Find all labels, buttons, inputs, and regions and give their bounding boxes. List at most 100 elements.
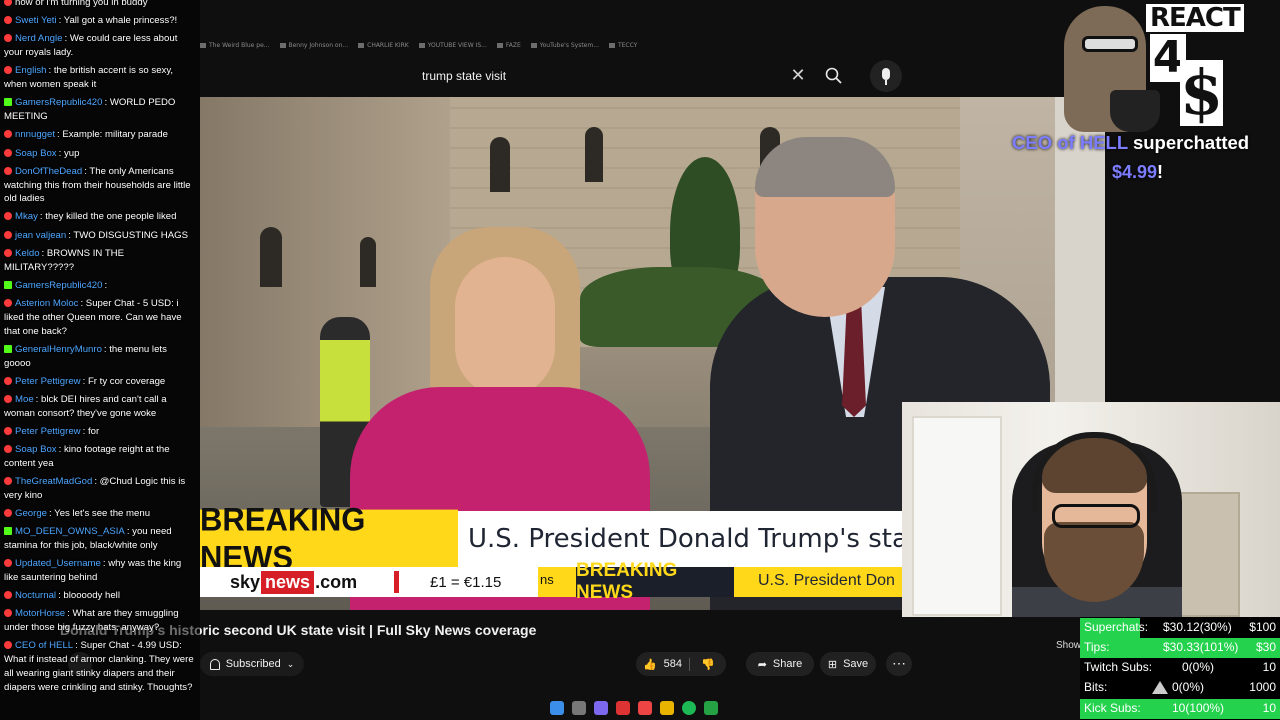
windows-start-icon[interactable]	[550, 701, 564, 715]
chat-username: English	[15, 65, 47, 77]
alert-amount-line: $4.99!	[1112, 162, 1163, 184]
search-icon	[825, 67, 842, 84]
goal-label: Kick Subs:	[1084, 701, 1141, 715]
bookmark-item[interactable]: TECCY	[609, 42, 637, 49]
bookmark-item[interactable]: YouTube's System...	[531, 42, 599, 49]
youtube-icon	[4, 376, 12, 385]
dislike-button[interactable]: 👎	[690, 658, 726, 671]
search-input[interactable]: trump state visit	[408, 60, 818, 92]
chat-username: Updated_Username	[15, 558, 101, 570]
chat-message: Soap Box: kino footage reight at the con…	[4, 443, 196, 471]
chat-username: nnnugget	[15, 129, 56, 141]
goal-row: Kick Subs: 10(100%) 10	[1080, 699, 1280, 719]
chat-message: nnnugget: Example: military parade	[4, 128, 196, 142]
chat-message: Asterion Moloc: Super Chat - 5 USD: i li…	[4, 297, 196, 338]
chat-username: jean valjean	[15, 229, 67, 241]
sky-logo-sky: sky	[230, 571, 261, 592]
chat-text: TWO DISGUSTING HAGS	[73, 229, 188, 241]
alert-bang: !	[1157, 162, 1164, 182]
chat-username: TheGreatMadGod	[15, 476, 93, 488]
app-icon[interactable]	[704, 701, 718, 715]
goal-row: Tips: $30.33(101%) $30	[1080, 638, 1280, 658]
reporter-face	[455, 257, 555, 397]
chat-text: now or i'm turning you in buddy	[15, 0, 148, 8]
chat-message: Peter Pettigrew: Fr ty cor coverage	[4, 375, 196, 389]
chat-message: CEO of HELL: Super Chat - 4.99 USD: What…	[4, 639, 196, 694]
youtube-icon	[4, 609, 12, 618]
goal-target: $100	[1249, 620, 1276, 634]
goal-progress: 0(0%)	[1172, 680, 1205, 694]
chat-message: Keldo: BROWNS IN THE MILITARY?????	[4, 247, 196, 275]
superchat-alert: CEO of HELL superchatted	[1012, 132, 1280, 156]
chat-message: Nerd Angle: We could care less about you…	[4, 32, 196, 60]
chat-message: Peter Pettigrew: for	[4, 425, 196, 439]
youtube-icon	[4, 166, 12, 175]
like-dislike-group: 👍 584 👎	[636, 652, 726, 676]
chat-text: Example: military parade	[62, 129, 168, 141]
chat-message: Mkay: they killed the one people liked	[4, 210, 196, 224]
bookmark-item[interactable]: YOUTUBE VIEW IS...	[419, 42, 487, 49]
voice-search-button[interactable]	[870, 60, 902, 92]
more-icon: ⋯	[892, 655, 906, 671]
castle-window	[260, 227, 282, 287]
goal-target: 10	[1262, 660, 1276, 674]
obs-icon[interactable]	[616, 701, 630, 715]
like-button[interactable]: 👍 584	[636, 657, 690, 671]
mascot-pot	[1110, 90, 1160, 132]
more-options-button[interactable]: ⋯	[886, 652, 912, 676]
goal-target: 1000	[1249, 680, 1276, 694]
chat-username: Peter Pettigrew	[15, 425, 81, 437]
search-icon[interactable]	[572, 701, 586, 715]
close-icon[interactable]: ✕	[788, 66, 808, 86]
discord-icon[interactable]	[594, 701, 608, 715]
sky-logo-com: .com	[315, 571, 358, 592]
goal-progress: $30.33(101%)	[1163, 640, 1239, 654]
sky-news-logo: sky news .com	[230, 569, 357, 595]
spotify-icon[interactable]	[682, 701, 696, 715]
youtube-icon	[4, 426, 12, 435]
chat-username: MO_DEEN_OWNS_ASIA	[15, 526, 125, 538]
chat-username: CEO of HELL	[15, 640, 74, 652]
browser-icon[interactable]	[638, 701, 652, 715]
chat-text: Yes let's see the menu	[54, 508, 151, 520]
subscribed-label: Subscribed	[225, 658, 281, 670]
chat-message: Moe: blck DEI hires and can't call a wom…	[4, 393, 196, 421]
chat-message: Sweti Yeti: Yall got a whale princess?!	[4, 14, 196, 28]
bookmark-item[interactable]: FAZE	[497, 42, 521, 49]
chat-text: yup	[63, 147, 80, 159]
save-label: Save	[843, 658, 869, 670]
youtube-icon	[4, 445, 12, 454]
goal-row: Superchats: $30.12(30%) $100	[1080, 618, 1280, 638]
bookmark-item[interactable]: The Weird Blue pe...	[200, 42, 270, 49]
youtube-icon	[4, 230, 12, 239]
chat-text: Yall got a whale princess?!	[63, 15, 178, 27]
exchange-rate: £1 = €1.15	[430, 573, 502, 591]
search-button[interactable]	[820, 62, 848, 90]
chat-username: Keldo	[15, 247, 40, 259]
chat-username: GeneralHenryMunro	[15, 343, 102, 355]
show-more-link[interactable]: Show	[1056, 640, 1081, 651]
thumbs-up-icon: 👍	[642, 658, 657, 671]
chat-username: MotorHorse	[15, 608, 66, 620]
webcam-window	[912, 416, 1002, 616]
bookmark-item[interactable]: CHARLIE KIRK	[358, 42, 409, 49]
chat-text: they killed the one people liked	[45, 211, 177, 223]
save-button[interactable]: ⊞ Save	[820, 652, 876, 676]
goal-label: Twitch Subs:	[1084, 660, 1153, 674]
bell-icon	[209, 658, 220, 670]
youtube-icon	[4, 509, 12, 518]
chat-username: DonOfTheDead	[15, 165, 83, 177]
bookmark-item[interactable]: Benny Johnson on...	[280, 42, 349, 49]
chat-message: MO_DEEN_OWNS_ASIA: you need stamina for …	[4, 525, 196, 553]
share-label: Share	[772, 658, 803, 670]
youtube-icon	[4, 299, 12, 308]
share-button[interactable]: ➦ Share	[746, 652, 814, 676]
ticker-breaking-label: BREAKING NEWS	[576, 560, 734, 603]
folder-icon[interactable]	[660, 701, 674, 715]
chat-username: Mkay	[15, 211, 38, 223]
youtube-icon	[4, 641, 12, 650]
subscribed-button[interactable]: Subscribed ⌄	[200, 652, 304, 676]
alert-username: CEO of HELL	[1012, 132, 1128, 153]
chat-message: GamersRepublic420:	[4, 279, 196, 293]
kick-icon	[4, 527, 12, 536]
